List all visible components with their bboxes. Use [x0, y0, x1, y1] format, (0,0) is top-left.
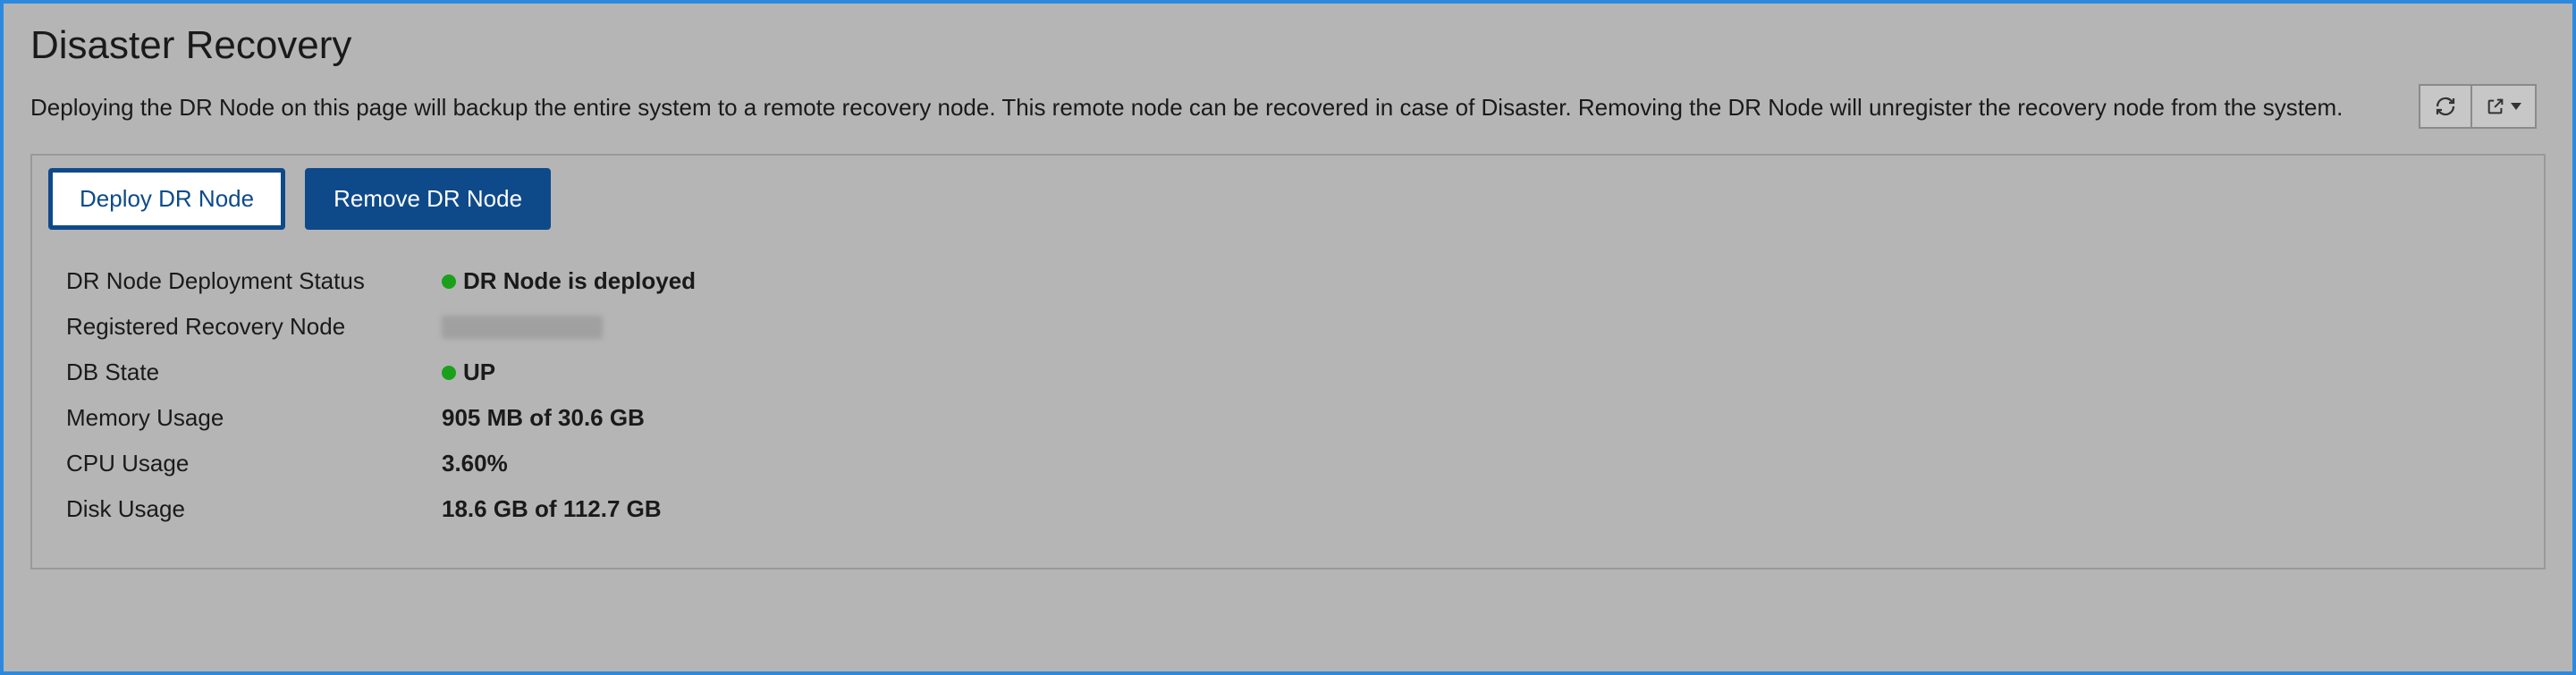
- status-row-cpu: CPU Usage 3.60%: [66, 450, 2528, 477]
- status-label: CPU Usage: [66, 450, 442, 477]
- page-title: Disaster Recovery: [30, 23, 2546, 68]
- refresh-icon: [2435, 96, 2456, 117]
- status-value: [442, 316, 603, 339]
- status-row-memory: Memory Usage 905 MB of 30.6 GB: [66, 404, 2528, 432]
- page-description: Deploying the DR Node on this page will …: [30, 88, 2355, 127]
- status-value: 905 MB of 30.6 GB: [442, 404, 645, 432]
- status-text: DR Node is deployed: [463, 267, 696, 295]
- external-link-icon: [2486, 97, 2505, 116]
- status-label: Disk Usage: [66, 495, 442, 523]
- refresh-button[interactable]: [2420, 86, 2470, 127]
- status-label: Memory Usage: [66, 404, 442, 432]
- status-value: 18.6 GB of 112.7 GB: [442, 495, 662, 523]
- status-list: DR Node Deployment Status DR Node is dep…: [48, 267, 2528, 523]
- status-row-disk: Disk Usage 18.6 GB of 112.7 GB: [66, 495, 2528, 523]
- status-text: UP: [463, 359, 495, 386]
- status-dot-icon: [442, 366, 456, 380]
- deploy-dr-node-button[interactable]: Deploy DR Node: [48, 168, 285, 230]
- external-link-dropdown[interactable]: [2470, 86, 2535, 127]
- content-panel: Deploy DR Node Remove DR Node DR Node De…: [30, 154, 2546, 570]
- action-button-row: Deploy DR Node Remove DR Node: [48, 168, 2528, 230]
- status-row-db-state: DB State UP: [66, 359, 2528, 386]
- status-value: DR Node is deployed: [442, 267, 696, 295]
- redacted-value: [442, 316, 603, 339]
- top-actions-toolbar: [2419, 84, 2537, 129]
- status-value: UP: [442, 359, 495, 386]
- status-dot-icon: [442, 274, 456, 289]
- status-label: Registered Recovery Node: [66, 313, 442, 341]
- chevron-down-icon: [2511, 103, 2521, 110]
- status-row-deployment: DR Node Deployment Status DR Node is dep…: [66, 267, 2528, 295]
- remove-dr-node-button[interactable]: Remove DR Node: [305, 168, 551, 230]
- status-label: DB State: [66, 359, 442, 386]
- status-row-recovery-node: Registered Recovery Node: [66, 313, 2528, 341]
- status-value: 3.60%: [442, 450, 508, 477]
- status-label: DR Node Deployment Status: [66, 267, 442, 295]
